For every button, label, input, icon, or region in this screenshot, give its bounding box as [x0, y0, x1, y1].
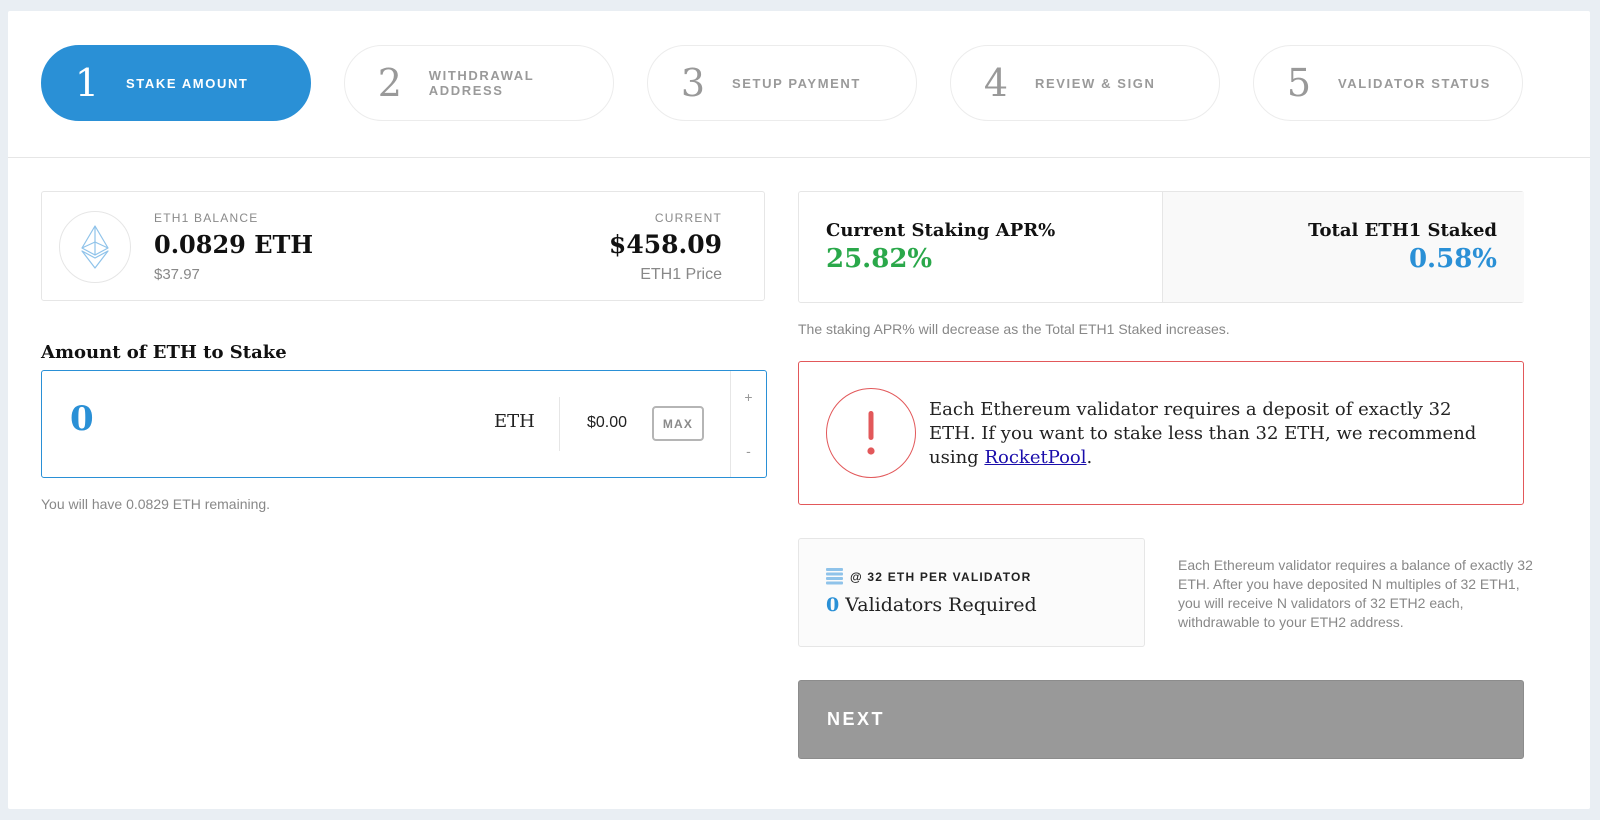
step-setup-payment[interactable]: 3 SETUP PAYMENT — [647, 45, 917, 121]
apr-note: The staking APR% will decrease as the To… — [798, 321, 1230, 337]
step-label: WITHDRAWAL ADDRESS — [428, 68, 535, 98]
apr-title: Current Staking APR% — [826, 220, 1056, 241]
apr-card: Current Staking APR% 25.82% Total ETH1 S… — [798, 191, 1524, 303]
step-withdrawal-address[interactable]: 2 WITHDRAWAL ADDRESS — [344, 45, 614, 121]
amount-stepper: + - — [730, 371, 766, 477]
decrement-button[interactable]: - — [731, 443, 766, 459]
balance-value: 0.0829 ETH — [154, 230, 314, 259]
header-divider — [8, 157, 1590, 158]
stake-amount-value[interactable]: 0 — [70, 399, 94, 439]
step-number: 1 — [74, 61, 100, 105]
stack-icon — [826, 568, 843, 585]
step-label: REVIEW & SIGN — [1035, 75, 1156, 91]
validators-header: @ 32 ETH PER VALIDATOR — [826, 568, 1031, 585]
step-label: STAKE AMOUNT — [126, 75, 249, 91]
balance-card: ETH1 BALANCE 0.0829 ETH $37.97 CURRENT $… — [41, 191, 765, 301]
eth-price: $458.09 — [608, 230, 722, 259]
apr-value: 25.82% — [826, 244, 933, 274]
step-number: 2 — [377, 61, 402, 105]
validators-header-label: @ 32 ETH PER VALIDATOR — [850, 569, 1032, 584]
main-card: 1 STAKE AMOUNT 2 WITHDRAWAL ADDRESS 3 SE… — [8, 11, 1590, 809]
stake-amount-title: Amount of ETH to Stake — [41, 342, 287, 363]
stake-unit: ETH — [494, 411, 535, 432]
stake-amount-input[interactable]: 0 ETH $0.00 MAX + - — [41, 370, 767, 478]
balance-usd: $37.97 — [154, 266, 200, 283]
remaining-balance-text: You will have 0.0829 ETH remaining. — [41, 496, 271, 512]
next-button[interactable]: NEXT — [798, 680, 1524, 759]
max-button[interactable]: MAX — [652, 406, 704, 441]
step-number: 5 — [1286, 61, 1312, 105]
stepper: 1 STAKE AMOUNT 2 WITHDRAWAL ADDRESS 3 SE… — [41, 45, 1569, 123]
ethereum-icon — [59, 211, 131, 283]
total-staked-panel: Total ETH1 Staked 0.58% — [1162, 192, 1524, 302]
step-review-sign[interactable]: 4 REVIEW & SIGN — [950, 45, 1220, 121]
warning-text-end: . — [1086, 447, 1093, 468]
current-label: CURRENT — [654, 211, 722, 225]
validators-card: @ 32 ETH PER VALIDATOR 0 Validators Requ… — [798, 538, 1145, 647]
step-validator-status[interactable]: 5 VALIDATOR STATUS — [1253, 45, 1523, 121]
total-staked-value: 0.58% — [1408, 244, 1497, 274]
rocketpool-link[interactable]: RocketPool — [984, 447, 1086, 468]
balance-label: ETH1 BALANCE — [154, 211, 259, 225]
stake-separator — [559, 397, 560, 451]
validator-warning: Each Ethereum validator requires a depos… — [798, 361, 1524, 505]
eth-price-label: ETH1 Price — [640, 266, 722, 283]
total-staked-title: Total ETH1 Staked — [1308, 220, 1497, 241]
step-number: 3 — [680, 61, 706, 105]
step-number: 4 — [983, 61, 1009, 105]
increment-button[interactable]: + — [731, 389, 766, 405]
validators-note: Each Ethereum validator requires a balan… — [1178, 557, 1533, 630]
exclamation-icon — [826, 388, 916, 478]
step-stake-amount[interactable]: 1 STAKE AMOUNT — [41, 45, 311, 121]
step-label: VALIDATOR STATUS — [1338, 75, 1491, 91]
warning-text: Each Ethereum validator requires a depos… — [929, 398, 1499, 470]
validators-required: 0 Validators Required — [826, 594, 1037, 616]
validators-required-label: Validators Required — [845, 594, 1037, 616]
step-label: SETUP PAYMENT — [732, 75, 861, 91]
validators-count: 0 — [826, 594, 840, 616]
stake-usd-value: $0.00 — [587, 414, 628, 431]
